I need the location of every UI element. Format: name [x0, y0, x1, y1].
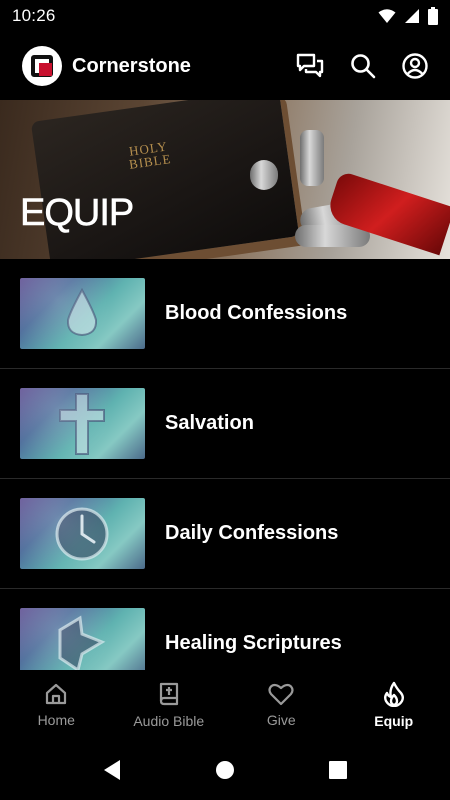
back-triangle-icon	[104, 760, 120, 780]
list-item-salvation[interactable]: Salvation	[0, 369, 450, 479]
nav-give-label: Give	[266, 712, 296, 728]
clock-icon	[55, 507, 109, 561]
equip-list: Blood Confessions Salvation Daily Confes…	[0, 259, 450, 670]
medical-cross-thumbnail	[20, 608, 145, 670]
bible-cover-text: HOLY BIBLE	[128, 138, 173, 172]
blood-drop-icon	[66, 287, 98, 337]
bible-icon	[159, 682, 178, 706]
account-icon[interactable]	[402, 53, 428, 79]
list-item-label: Daily Confessions	[165, 522, 339, 544]
list-item-label: Salvation	[165, 412, 254, 434]
nav-home[interactable]: Home	[0, 670, 113, 740]
heart-icon	[268, 683, 294, 706]
status-icons	[378, 7, 438, 25]
app-title: Cornerstone	[72, 54, 191, 77]
nav-audio-bible[interactable]: Audio Bible	[113, 670, 226, 740]
app-logo	[22, 46, 62, 86]
nav-audio-bible-label: Audio Bible	[133, 713, 205, 729]
medical-cross-icon	[58, 615, 106, 670]
bottom-nav: Home Audio Bible Give Equip	[0, 670, 450, 740]
blood-drop-thumbnail	[20, 278, 145, 349]
list-item-daily-confessions[interactable]: Daily Confessions	[0, 479, 450, 589]
recents-button[interactable]	[282, 761, 395, 779]
system-nav-bar	[0, 740, 450, 800]
wifi-icon	[378, 9, 396, 23]
nav-equip[interactable]: Equip	[338, 670, 450, 740]
back-button[interactable]	[56, 759, 169, 781]
cross-icon	[59, 393, 105, 455]
status-time: 10:26	[12, 6, 56, 25]
home-icon	[46, 683, 67, 705]
list-item-label: Healing Scriptures	[165, 632, 342, 654]
nav-equip-label: Equip	[374, 713, 414, 729]
nav-home-label: Home	[37, 712, 75, 728]
recents-square-icon	[329, 761, 347, 779]
list-item-blood-confessions[interactable]: Blood Confessions	[0, 259, 450, 369]
home-circle-icon	[216, 761, 234, 779]
home-button[interactable]	[169, 760, 282, 780]
cross-thumbnail	[20, 388, 145, 459]
search-icon[interactable]	[350, 53, 376, 79]
flame-icon	[383, 681, 404, 707]
battery-icon	[428, 7, 438, 25]
signal-icon	[405, 9, 419, 23]
list-item-label: Blood Confessions	[165, 302, 348, 324]
app-header: Cornerstone	[0, 32, 450, 100]
list-item-healing-scriptures[interactable]: Healing Scriptures	[0, 589, 450, 670]
nav-give[interactable]: Give	[225, 670, 338, 740]
status-bar: 10:26	[0, 0, 450, 32]
hero-title: EQUIP	[20, 192, 135, 235]
chat-icon[interactable]	[296, 53, 324, 79]
clock-thumbnail	[20, 498, 145, 569]
hero-banner: HOLY BIBLE EQUIP	[0, 100, 450, 259]
